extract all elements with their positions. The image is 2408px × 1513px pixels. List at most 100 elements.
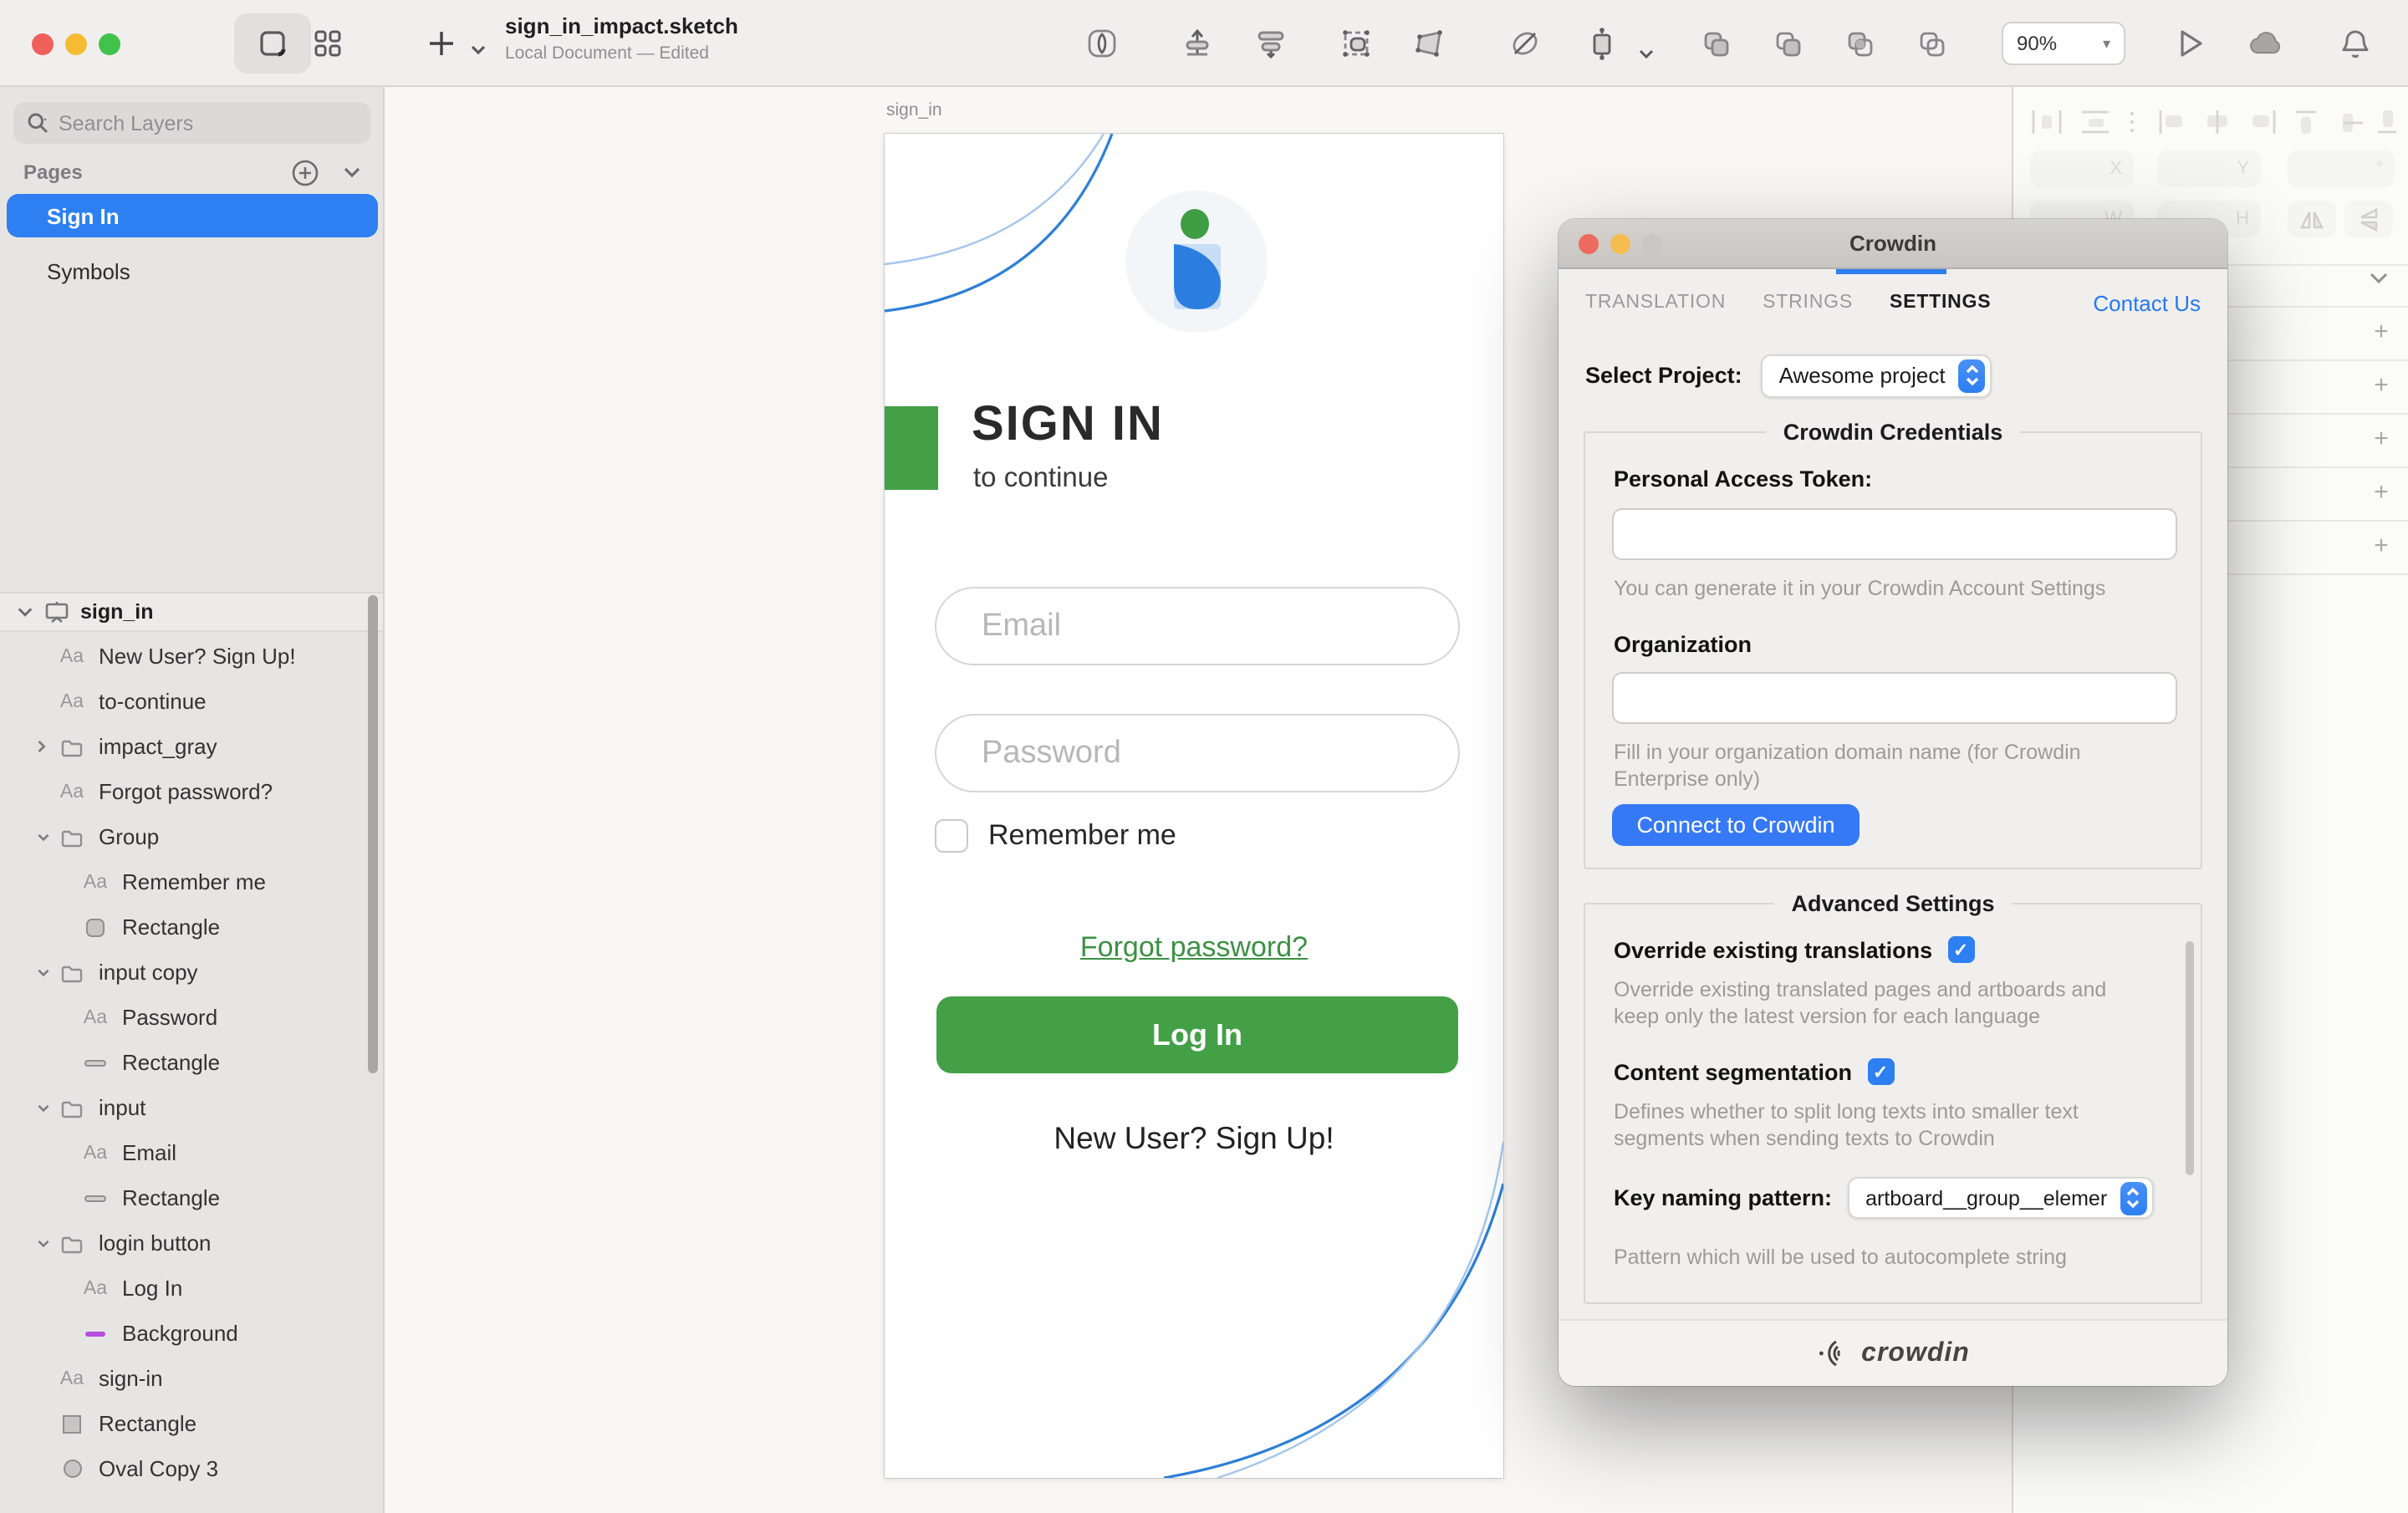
crowdin-close-button[interactable] [1579, 234, 1599, 254]
resize-chevron-icon[interactable] [1625, 33, 1666, 74]
transform-icon[interactable] [1410, 23, 1450, 64]
flip-vertical-button[interactable] [2344, 201, 2393, 237]
add-style-plus-icon[interactable]: + [2370, 428, 2393, 451]
preview-play-icon[interactable] [2171, 23, 2211, 64]
project-select-dropdown[interactable]: Awesome project [1761, 354, 1992, 397]
layer-row[interactable]: Rectangle [0, 904, 383, 950]
edit-vector-icon[interactable] [1336, 23, 1376, 64]
distribute-vertical-icon[interactable] [1177, 23, 1217, 64]
add-style-plus-icon[interactable]: + [2370, 535, 2393, 558]
layer-row[interactable]: Rectangle [0, 1175, 383, 1220]
shape-tool-icon[interactable] [1082, 23, 1122, 64]
layer-row[interactable]: AaNew User? Sign Up! [0, 634, 383, 679]
layer-row[interactable]: AaForgot password? [0, 769, 383, 814]
layer-row[interactable]: impact_gray [0, 724, 383, 769]
crowdin-zoom-button[interactable] [1642, 234, 1662, 254]
sidebar-scrollbar[interactable] [368, 595, 378, 1073]
page-label: Sign In [47, 203, 120, 228]
boolean-difference-icon[interactable] [1911, 23, 1951, 64]
chevron-down-icon[interactable] [37, 967, 57, 977]
layer-row[interactable]: Group [0, 814, 383, 859]
chevron-right-icon[interactable] [37, 739, 57, 754]
layer-row[interactable]: input [0, 1085, 383, 1130]
pages-collapse-chevron-icon[interactable] [343, 166, 361, 179]
sidebar-page-symbols[interactable]: Symbols [7, 249, 378, 293]
tab-settings[interactable]: SETTINGS [1890, 293, 1991, 313]
add-style-plus-icon[interactable]: + [2370, 481, 2393, 505]
insert-chevron-icon[interactable] [458, 30, 498, 70]
artboard-root-row[interactable]: sign_in [0, 592, 383, 632]
rectangle-layer-icon [57, 1410, 87, 1437]
section-collapse-chevron-icon[interactable] [2368, 271, 2391, 294]
password-input[interactable]: Password [935, 714, 1460, 792]
log-in-label: Log In [1152, 1017, 1242, 1052]
layer-row[interactable]: AaRemember me [0, 859, 383, 904]
zoom-level-value: 90% [2017, 32, 2057, 55]
add-style-plus-icon[interactable]: + [2370, 374, 2393, 398]
canvas-view-icon[interactable] [253, 23, 293, 64]
advanced-legend: Advanced Settings [1774, 891, 2011, 916]
log-in-button[interactable]: Log In [936, 996, 1458, 1073]
resize-artboard-icon[interactable] [1582, 23, 1622, 64]
remember-me-checkbox[interactable] [935, 819, 968, 853]
crowdin-minimize-button[interactable] [1610, 234, 1630, 254]
layer-row[interactable]: Aasign-in [0, 1356, 383, 1401]
y-position-field[interactable]: Y [2157, 150, 2261, 187]
layer-row[interactable]: AaEmail [0, 1130, 383, 1175]
chevron-down-icon[interactable] [37, 832, 57, 842]
chevron-down-icon[interactable] [37, 1103, 57, 1113]
active-tab-indicator [1836, 269, 1946, 273]
key-pattern-dropdown[interactable]: artboard__group__elemer [1847, 1177, 2153, 1219]
layer-row[interactable]: AaLog In [0, 1266, 383, 1311]
flip-horizontal-button[interactable] [2288, 201, 2336, 237]
artboard-title-label[interactable]: sign_in [886, 100, 942, 120]
organization-input[interactable] [1612, 672, 2177, 724]
add-page-icon[interactable] [291, 158, 319, 186]
layer-row[interactable]: Rectangle [0, 1040, 383, 1085]
boolean-subtract-icon[interactable] [1768, 23, 1808, 64]
rotation-field[interactable]: ° [2288, 150, 2395, 187]
boolean-union-icon[interactable] [1696, 23, 1736, 64]
zoom-level-dropdown[interactable]: 90% ▾ [2002, 22, 2125, 65]
minimize-window-button[interactable] [65, 33, 87, 54]
segmentation-checkbox[interactable]: ✓ [1867, 1058, 1894, 1085]
forgot-password-link[interactable]: Forgot password? [885, 931, 1503, 965]
boolean-intersect-icon[interactable] [1839, 23, 1880, 64]
add-style-plus-icon[interactable]: + [2370, 321, 2393, 344]
layer-row[interactable]: login button [0, 1220, 383, 1266]
cloud-share-icon[interactable] [2247, 23, 2288, 64]
tune-settings-icon[interactable] [1251, 23, 1291, 64]
notifications-bell-icon[interactable] [2334, 23, 2375, 64]
x-position-field[interactable]: X [2030, 150, 2134, 187]
close-window-button[interactable] [32, 33, 54, 54]
oval-layer-icon [57, 1455, 87, 1482]
sidebar-page-sign-in[interactable]: Sign In [7, 194, 378, 237]
advanced-settings-scrollbar[interactable] [2186, 941, 2194, 1175]
layer-row[interactable]: Background [0, 1311, 383, 1356]
document-title: sign_in_impact.sketch [505, 15, 738, 40]
components-view-icon[interactable] [308, 23, 348, 64]
layer-row[interactable]: Rectangle [0, 1401, 383, 1446]
email-input[interactable]: Email [935, 587, 1460, 665]
token-input[interactable] [1612, 508, 2177, 560]
layer-label: Rectangle [99, 1411, 196, 1436]
search-layers-field[interactable]: Search Layers [13, 102, 371, 144]
layer-row[interactable]: Oval Copy 3 [0, 1446, 383, 1491]
key-pattern-row: Key naming pattern: artboard__group__ele… [1614, 1177, 2153, 1219]
chevron-down-icon[interactable] [17, 605, 33, 619]
override-checkbox[interactable]: ✓ [1947, 936, 1974, 963]
sign-up-text[interactable]: New User? Sign Up! [885, 1120, 1503, 1157]
connect-to-crowdin-button[interactable]: Connect to Crowdin [1612, 804, 1860, 846]
alignment-icons-row[interactable] [2028, 107, 2396, 137]
sign-in-artboard[interactable]: SIGN IN to continue Email Password Remem… [885, 134, 1503, 1478]
tab-translation[interactable]: TRANSLATION [1585, 293, 1726, 313]
fullscreen-window-button[interactable] [99, 33, 120, 54]
layer-row[interactable]: input copy [0, 950, 383, 995]
tab-strings[interactable]: STRINGS [1763, 293, 1853, 313]
layer-row[interactable]: AaPassword [0, 995, 383, 1040]
layer-row[interactable]: Aato-continue [0, 679, 383, 724]
contact-us-link[interactable]: Contact Us [2093, 290, 2201, 315]
insert-plus-icon[interactable] [421, 23, 462, 64]
rotate-icon[interactable] [1505, 23, 1545, 64]
chevron-down-icon[interactable] [37, 1238, 57, 1248]
